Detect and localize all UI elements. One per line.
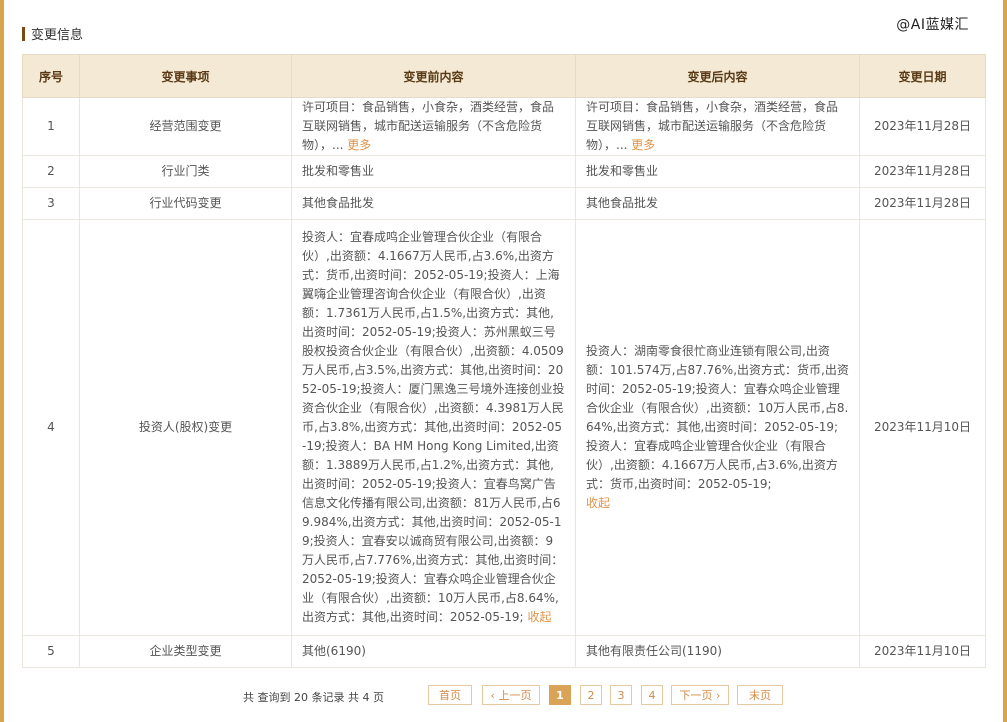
table-header-row: 序号 变更事项 变更前内容 变更后内容 变更日期: [22, 54, 986, 98]
row-item: 行业门类: [79, 155, 292, 188]
row-item: 行业代码变更: [79, 187, 292, 220]
pagination: 共 查询到 20 条记录 共 4 页 首页 ‹ 上一页 1 2 3 4 下一页 …: [0, 684, 1007, 708]
last-page-button[interactable]: 末页: [737, 685, 783, 705]
table-row: 5 企业类型变更 其他(6190) 其他有限责任公司(1190) 2023年11…: [22, 635, 986, 668]
row-index: 2: [22, 155, 80, 188]
collapse-link[interactable]: 收起: [527, 610, 551, 624]
page-button-2[interactable]: 2: [580, 685, 602, 705]
row-before: 批发和零售业: [291, 155, 576, 188]
header-index: 序号: [22, 54, 80, 98]
section-marker: [22, 26, 25, 41]
page-button-3[interactable]: 3: [610, 685, 632, 705]
watermark: @AI蓝媒汇: [896, 17, 969, 33]
row-before: 投资人：宜春成鸣企业管理合伙企业（有限合伙）,出资额：4.1667万人民币,占3…: [291, 219, 576, 636]
more-link[interactable]: 更多: [631, 138, 655, 152]
row-item: 经营范围变更: [79, 97, 292, 156]
page-button-1[interactable]: 1: [549, 685, 571, 705]
after-text: 投资人：湖南零食很忙商业连锁有限公司,出资额：101.574万,占87.76%,…: [586, 344, 849, 491]
row-before: 其他(6190): [291, 635, 576, 668]
row-index: 4: [22, 219, 80, 636]
row-item: 投资人(股权)变更: [79, 219, 292, 636]
row-index: 1: [22, 97, 80, 156]
left-frame-border: [0, 0, 4, 722]
collapse-link[interactable]: 收起: [586, 496, 610, 510]
row-index: 5: [22, 635, 80, 668]
change-history-table: 序号 变更事项 变更前内容 变更后内容 变更日期 1 经营范围变更 许可项目：食…: [22, 54, 986, 668]
row-after: 其他有限责任公司(1190): [575, 635, 860, 668]
row-item: 企业类型变更: [79, 635, 292, 668]
row-date: 2023年11月28日: [859, 155, 986, 188]
row-after: 批发和零售业: [575, 155, 860, 188]
table-row: 4 投资人(股权)变更 投资人：宜春成鸣企业管理合伙企业（有限合伙）,出资额：4…: [22, 219, 986, 636]
before-text: 投资人：宜春成鸣企业管理合伙企业（有限合伙）,出资额：4.1667万人民币,占3…: [302, 230, 565, 624]
row-date: 2023年11月28日: [859, 97, 986, 156]
right-frame-border: [1003, 0, 1007, 722]
table-row: 2 行业门类 批发和零售业 批发和零售业 2023年11月28日: [22, 155, 986, 188]
header-date: 变更日期: [859, 54, 986, 98]
row-after: 其他食品批发: [575, 187, 860, 220]
prev-page-button[interactable]: ‹ 上一页: [482, 685, 540, 705]
first-page-button[interactable]: 首页: [428, 685, 472, 705]
section-header: 变更信息: [22, 24, 83, 43]
table-row: 1 经营范围变更 许可项目：食品销售，小食杂，酒类经营，食品互联网销售，城市配送…: [22, 97, 986, 156]
header-before: 变更前内容: [291, 54, 576, 98]
row-before: 许可项目：食品销售，小食杂，酒类经营，食品互联网销售，城市配送运输服务（不含危险…: [291, 97, 576, 156]
table-row: 3 行业代码变更 其他食品批发 其他食品批发 2023年11月28日: [22, 187, 986, 220]
row-date: 2023年11月10日: [859, 219, 986, 636]
header-after: 变更后内容: [575, 54, 860, 98]
section-title: 变更信息: [31, 28, 84, 43]
row-before: 其他食品批发: [291, 187, 576, 220]
row-index: 3: [22, 187, 80, 220]
row-date: 2023年11月10日: [859, 635, 986, 668]
header-item: 变更事项: [79, 54, 292, 98]
pagination-info: 共 查询到 20 条记录 共 4 页: [243, 691, 384, 704]
page-button-4[interactable]: 4: [641, 685, 663, 705]
row-after: 投资人：湖南零食很忙商业连锁有限公司,出资额：101.574万,占87.76%,…: [575, 219, 860, 636]
row-date: 2023年11月28日: [859, 187, 986, 220]
more-link[interactable]: 更多: [347, 138, 371, 152]
before-text: 许可项目：食品销售，小食杂，酒类经营，食品互联网销售，城市配送运输服务（不含危险…: [302, 100, 555, 152]
row-after: 许可项目：食品销售，小食杂，酒类经营，食品互联网销售，城市配送运输服务（不含危险…: [575, 97, 860, 156]
next-page-button[interactable]: 下一页 ›: [671, 685, 729, 705]
after-text: 许可项目：食品销售，小食杂，酒类经营，食品互联网销售，城市配送运输服务（不含危险…: [586, 100, 839, 152]
